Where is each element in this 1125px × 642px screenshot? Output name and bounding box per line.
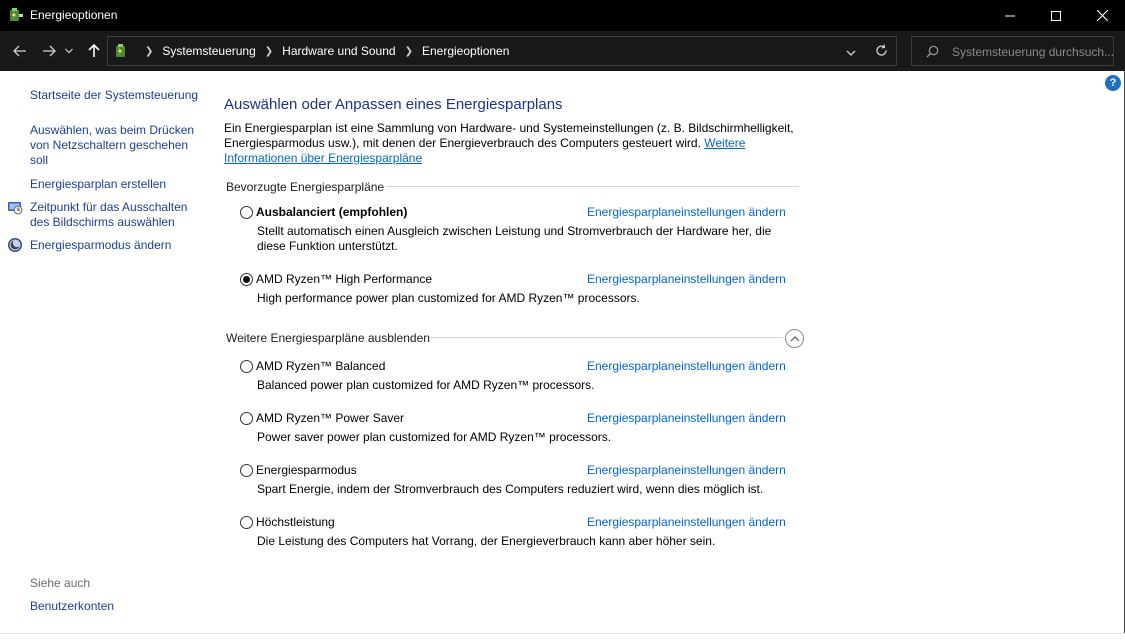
- plan-description: Power saver power plan customized for AM…: [257, 430, 612, 444]
- refresh-button[interactable]: [875, 44, 888, 60]
- plan-name[interactable]: Höchstleistung: [256, 515, 335, 529]
- forward-button[interactable]: [39, 41, 59, 61]
- plan-name[interactable]: Energiesparmodus: [256, 463, 357, 477]
- display-timeout-icon: [8, 202, 23, 215]
- sidebar-link-user-accounts[interactable]: Benutzerkonten: [30, 599, 114, 614]
- intro-paragraph: Ein Energiesparplan ist eine Sammlung vo…: [224, 121, 794, 166]
- breadcrumb-hardware-und-sound[interactable]: Hardware und Sound: [282, 44, 395, 58]
- plan-settings-link[interactable]: Energiesparplaneinstellungen ändern: [587, 359, 786, 373]
- plan-description: Spart Energie, indem der Stromverbrauch …: [257, 482, 764, 496]
- minimize-icon: [1005, 15, 1015, 16]
- sidebar-link-home[interactable]: Startseite der Systemsteuerung: [30, 88, 198, 103]
- breadcrumb-separator-icon: ❯: [404, 45, 413, 57]
- plan-radio-amd-balanced[interactable]: [240, 360, 253, 373]
- collapse-plans-button[interactable]: [785, 329, 804, 348]
- sidebar-link-power-buttons[interactable]: Auswählen, was beim Drücken von Netzscha…: [30, 123, 202, 168]
- arrow-left-icon: [13, 45, 26, 57]
- plan-description: Stellt automatisch einen Ausgleich zwisc…: [257, 224, 772, 253]
- sidebar: Startseite der Systemsteuerung Auswählen…: [0, 72, 210, 633]
- maximize-icon: [1051, 10, 1061, 21]
- title-bar: Energieoptionen: [0, 0, 1125, 31]
- breadcrumb-separator-icon: ❯: [145, 45, 154, 57]
- chevron-down-icon: [65, 48, 73, 54]
- sidebar-link-display-off[interactable]: Zeitpunkt für das Ausschalten des Bildsc…: [30, 200, 202, 230]
- sidebar-link-create-plan[interactable]: Energiesparplan erstellen: [30, 177, 166, 192]
- back-button[interactable]: [10, 41, 30, 61]
- recent-locations-button[interactable]: [62, 41, 76, 61]
- up-button[interactable]: [84, 41, 104, 61]
- close-icon: [1096, 10, 1108, 21]
- sidebar-link-sleep-mode[interactable]: Energiesparmodus ändern: [30, 238, 171, 253]
- plan-radio-high-performance[interactable]: [240, 516, 253, 529]
- sleep-mode-icon: [8, 238, 22, 252]
- plan-settings-link[interactable]: Energiesparplaneinstellungen ändern: [587, 272, 786, 286]
- window-title: Energieoptionen: [30, 8, 118, 22]
- address-dropdown-button[interactable]: [846, 46, 856, 60]
- plan-description: Balanced power plan customized for AMD R…: [257, 378, 595, 392]
- address-toolbar: ❯ Systemsteuerung ❯ Hardware und Sound ❯…: [0, 31, 1125, 71]
- page-title: Auswählen oder Anpassen eines Energiespa…: [224, 96, 563, 113]
- breadcrumb-energieoptionen[interactable]: Energieoptionen: [422, 44, 509, 58]
- search-placeholder: Systemsteuerung durchsuch...: [952, 45, 1115, 59]
- plan-description: High performance power plan customized f…: [257, 291, 640, 305]
- chevron-up-icon: [790, 336, 799, 342]
- power-options-icon: [10, 8, 23, 21]
- close-button[interactable]: [1079, 0, 1125, 31]
- help-button[interactable]: ?: [1105, 75, 1121, 91]
- breadcrumb-separator-icon: ❯: [264, 45, 274, 57]
- plan-name[interactable]: AMD Ryzen™ Balanced: [256, 359, 385, 373]
- group-divider: [386, 186, 799, 187]
- plan-name[interactable]: AMD Ryzen™ High Performance: [256, 272, 432, 286]
- maximize-button[interactable]: [1033, 0, 1079, 31]
- plan-name[interactable]: Ausbalanciert (empfohlen): [256, 205, 407, 219]
- search-icon: [926, 45, 939, 58]
- refresh-icon: [876, 44, 887, 56]
- group-divider: [430, 337, 783, 338]
- control-panel-icon: [116, 44, 125, 57]
- arrow-up-icon: [88, 44, 100, 57]
- plan-radio-balanced[interactable]: [240, 206, 253, 219]
- see-also-heading: Siehe auch: [30, 576, 91, 590]
- search-box[interactable]: Systemsteuerung durchsuch...: [911, 36, 1114, 66]
- address-bar[interactable]: ❯ Systemsteuerung ❯ Hardware und Sound ❯…: [107, 36, 897, 66]
- chevron-down-icon: [846, 50, 856, 56]
- plan-settings-link[interactable]: Energiesparplaneinstellungen ändern: [587, 463, 786, 477]
- breadcrumb-systemsteuerung[interactable]: Systemsteuerung: [162, 44, 255, 58]
- plan-radio-amd-power-saver[interactable]: [240, 412, 253, 425]
- more-plans-header[interactable]: Weitere Energiesparpläne ausblenden: [226, 331, 430, 345]
- plan-settings-link[interactable]: Energiesparplaneinstellungen ändern: [587, 515, 786, 529]
- plan-description: Die Leistung des Computers hat Vorrang, …: [257, 534, 716, 548]
- plan-name[interactable]: AMD Ryzen™ Power Saver: [256, 411, 404, 425]
- window-border: [0, 633, 1125, 642]
- preferred-plans-header: Bevorzugte Energiesparpläne: [226, 180, 385, 194]
- minimize-button[interactable]: [987, 0, 1033, 31]
- plan-settings-link[interactable]: Energiesparplaneinstellungen ändern: [587, 205, 786, 219]
- plan-settings-link[interactable]: Energiesparplaneinstellungen ändern: [587, 411, 786, 425]
- plan-radio-energy-saver[interactable]: [240, 464, 253, 477]
- plan-radio-amd-high-performance[interactable]: [240, 273, 253, 286]
- arrow-right-icon: [43, 45, 56, 57]
